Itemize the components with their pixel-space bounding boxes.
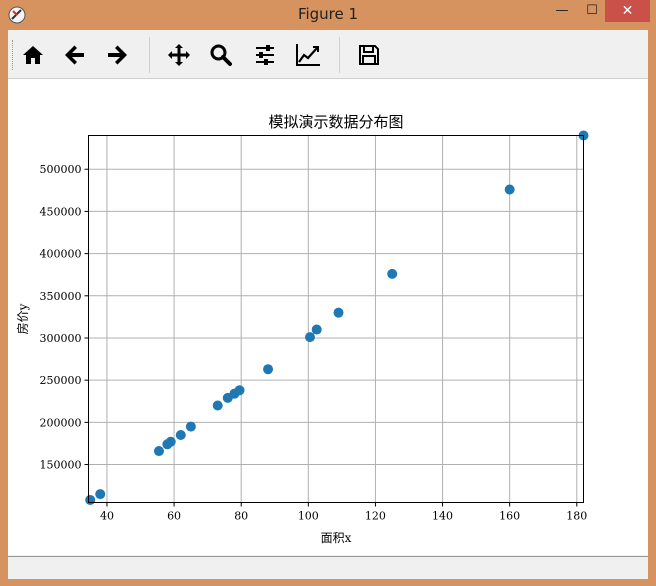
data-points <box>85 130 589 505</box>
back-arrow-icon <box>65 45 84 65</box>
data-point <box>175 430 186 441</box>
figure-canvas[interactable]: 40 60 80 100 120 140 160 180 150000 200000 250000… <box>8 79 648 555</box>
toolbar-separator <box>339 37 340 73</box>
scatter-plot: 40 60 80 100 120 140 160 180 150000 200000 250000… <box>15 113 589 545</box>
x-axis-label: 面积x <box>321 531 352 545</box>
data-point <box>85 494 96 505</box>
pan-button[interactable] <box>162 38 196 72</box>
toolbar-separator <box>149 37 150 73</box>
close-button[interactable]: ✕ <box>605 0 650 22</box>
y-axis-ticks: 150000 200000 250000 300000 350000 400000 4500… <box>40 163 89 472</box>
x-tick-label: 140 <box>432 510 453 523</box>
toolbar-grip[interactable] <box>12 40 15 70</box>
home-icon <box>23 46 43 64</box>
x-tick-label: 60 <box>167 510 181 523</box>
y-tick-label: 350000 <box>40 290 82 303</box>
home-button[interactable] <box>16 38 50 72</box>
x-axis-ticks: 40 60 80 100 120 140 160 180 <box>100 502 587 523</box>
edit-axes-icon <box>296 44 320 66</box>
x-tick-label: 160 <box>499 510 520 523</box>
data-point <box>212 400 223 411</box>
subplots-config-button[interactable] <box>248 38 282 72</box>
y-tick-label: 300000 <box>40 332 82 345</box>
minimize-button[interactable]: — <box>548 0 576 22</box>
y-tick-label: 250000 <box>40 374 82 387</box>
data-point <box>333 307 344 318</box>
data-point <box>234 385 245 396</box>
x-tick-label: 40 <box>100 510 114 523</box>
maximize-button[interactable]: ☐ <box>578 0 606 22</box>
data-point <box>504 184 515 195</box>
x-tick-label: 80 <box>234 510 248 523</box>
forward-arrow-icon <box>108 45 127 65</box>
chart-title: 模拟演示数据分布图 <box>268 113 403 131</box>
data-point <box>311 324 322 335</box>
status-bar <box>8 556 648 579</box>
data-point <box>95 489 106 500</box>
pan-icon <box>168 44 190 66</box>
data-point <box>185 421 196 432</box>
back-button[interactable] <box>58 38 92 72</box>
data-point <box>263 364 274 375</box>
forward-button[interactable] <box>100 38 134 72</box>
x-tick-label: 100 <box>298 510 319 523</box>
y-tick-label: 150000 <box>40 459 82 472</box>
y-tick-label: 400000 <box>40 248 82 261</box>
y-tick-label: 200000 <box>40 416 82 429</box>
app-window: Figure 1 — ☐ ✕ 40 60 80 100 120 140 160 … <box>0 0 656 586</box>
x-tick-label: 180 <box>566 510 587 523</box>
title-bar: Figure 1 — ☐ ✕ <box>0 0 656 30</box>
data-point <box>304 332 315 343</box>
data-point <box>165 436 176 447</box>
data-point <box>387 268 398 279</box>
zoom-icon <box>210 44 232 66</box>
toolbar <box>8 30 648 79</box>
data-point <box>153 446 164 457</box>
x-tick-label: 120 <box>365 510 386 523</box>
y-tick-label: 450000 <box>40 205 82 218</box>
client-area: 40 60 80 100 120 140 160 180 150000 200000 250000… <box>8 30 648 579</box>
zoom-button[interactable] <box>204 38 238 72</box>
y-tick-label: 500000 <box>40 163 82 176</box>
save-button[interactable] <box>352 38 386 72</box>
y-axis-label: 房价y <box>15 303 30 334</box>
save-icon <box>359 45 379 65</box>
subplots-config-icon <box>256 45 274 65</box>
edit-axes-button[interactable] <box>291 38 325 72</box>
